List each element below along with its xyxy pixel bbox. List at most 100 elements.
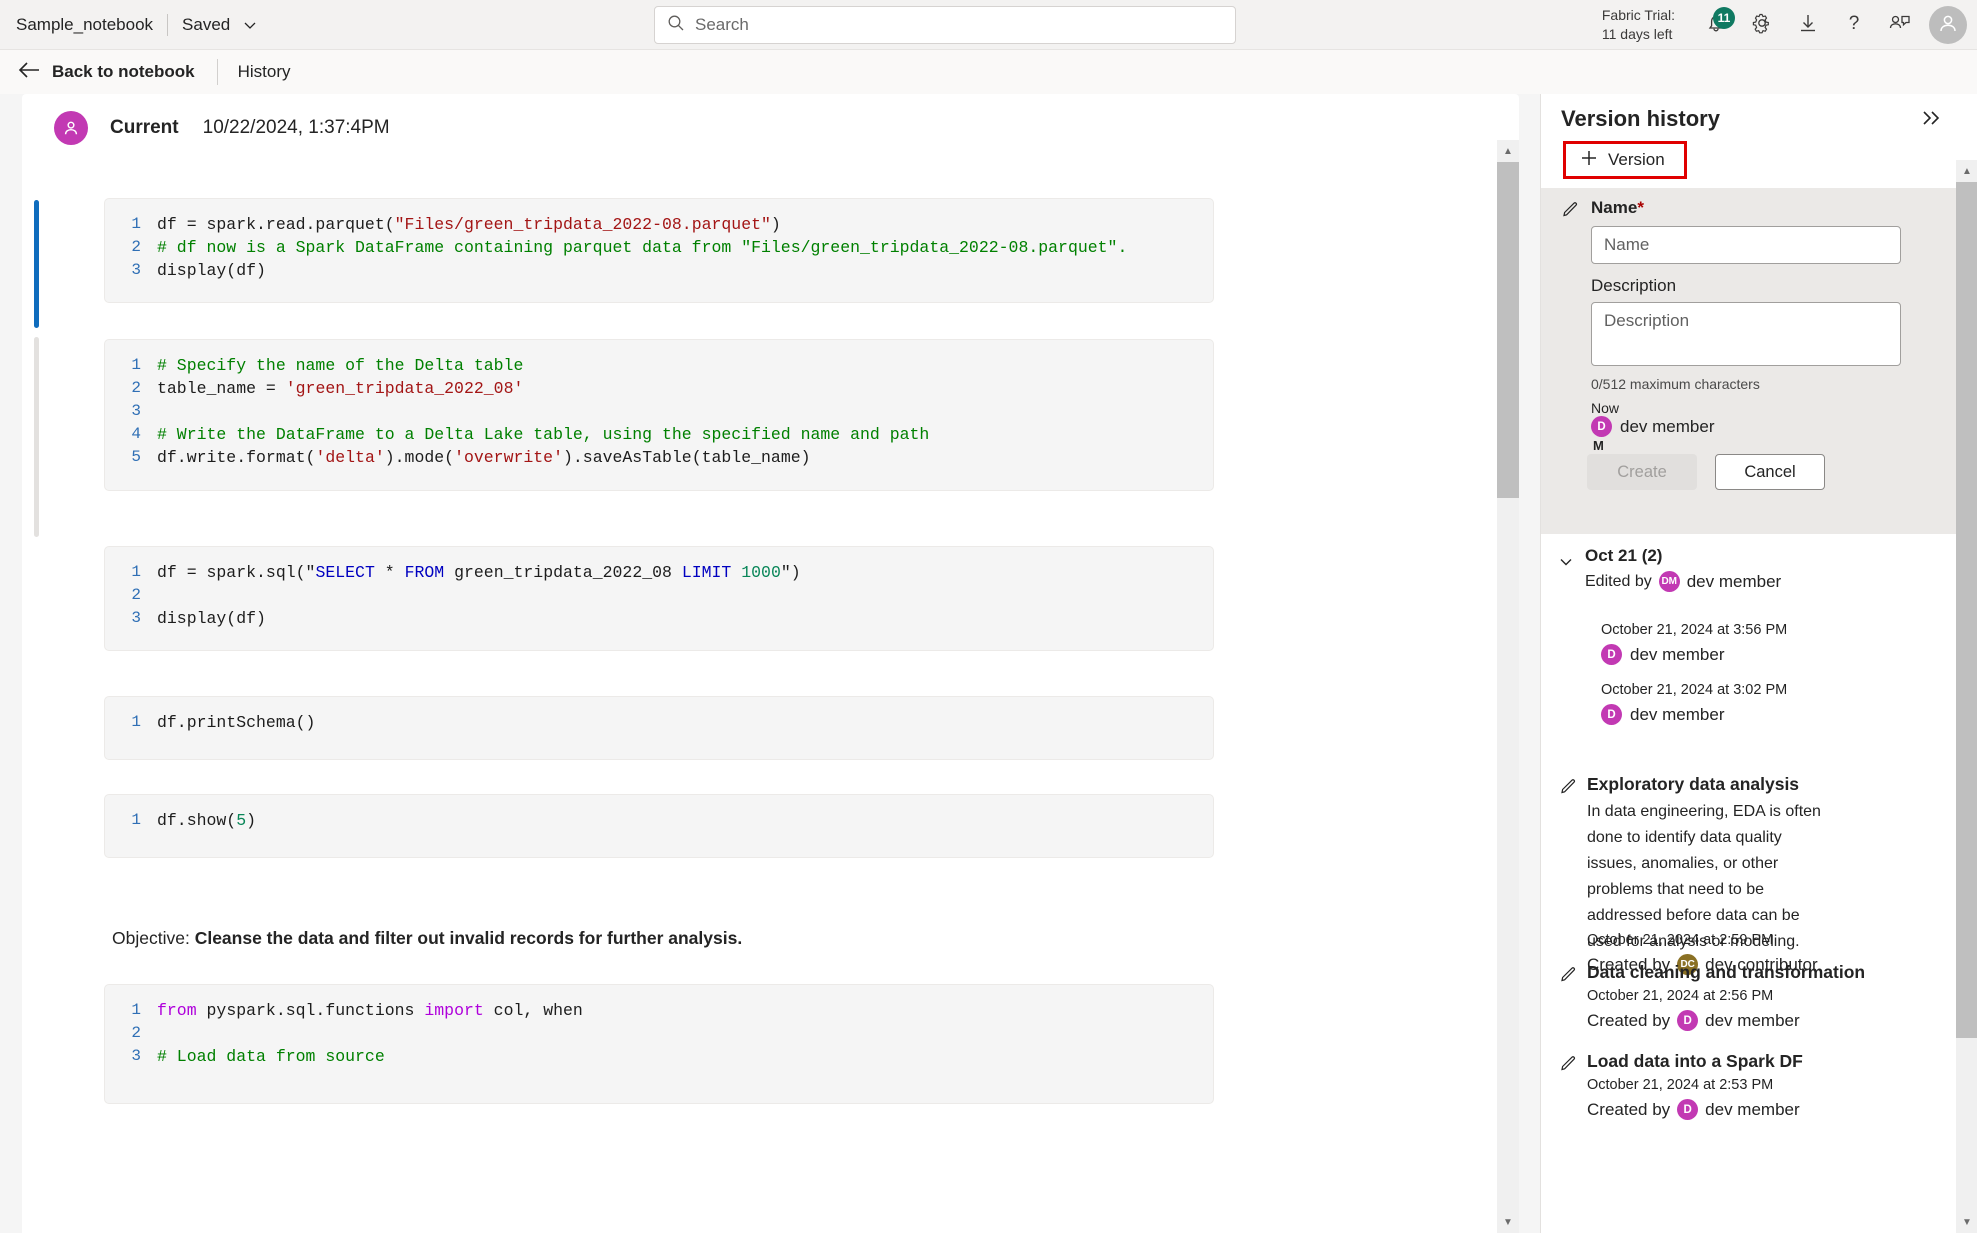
code-text: table_name = 'green_tripdata_2022_08' (157, 379, 524, 398)
search-box[interactable] (654, 6, 1236, 44)
created-by-prefix: Created by (1587, 1099, 1671, 1119)
line-number: 2 (131, 586, 141, 604)
saved-status-label: Saved (182, 14, 231, 34)
notebook-cells-container: 1 df = spark.read.parquet("Files/green_t… (22, 162, 1519, 1233)
download-icon (1796, 11, 1820, 40)
code-line: 3 (105, 400, 1213, 423)
toolbar-divider (216, 59, 218, 85)
scroll-down-arrow[interactable]: ▼ (1497, 1211, 1519, 1233)
chevron-down-icon[interactable] (1557, 553, 1575, 576)
arrow-left-icon (18, 61, 40, 84)
person-avatar-icon (1936, 11, 1960, 40)
chevron-down-icon[interactable] (242, 17, 258, 33)
current-author-avatar (54, 111, 88, 145)
panel-scroll-down-arrow[interactable]: ▼ (1956, 1211, 1977, 1233)
chevron-double-right-icon[interactable] (1920, 108, 1942, 133)
new-version-label: Version (1608, 150, 1665, 169)
back-to-notebook-label: Back to notebook (52, 62, 195, 81)
code-line: 1 df = spark.read.parquet("Files/green_t… (105, 213, 1213, 236)
history-sub-entry[interactable]: October 21, 2024 at 3:02 PM D dev member (1541, 682, 1956, 736)
code-line: 3 display(df) (105, 607, 1213, 630)
plus-icon (1580, 149, 1598, 172)
current-timestamp: 10/22/2024, 1:37:4PM (202, 117, 390, 138)
now-label: Now (1591, 400, 1620, 416)
version-name-input[interactable] (1591, 226, 1901, 264)
editor-name: dev member (1686, 571, 1782, 591)
code-cell[interactable]: 1 # Specify the name of the Delta table … (104, 339, 1214, 491)
name-label-text: Name (1591, 198, 1638, 217)
feedback-icon (1887, 11, 1913, 40)
scroll-up-arrow[interactable]: ▲ (1497, 140, 1519, 162)
code-cell[interactable]: 1 df.show(5) (104, 794, 1214, 858)
markdown-prefix: Objective: (112, 928, 195, 948)
notebook-title[interactable]: Sample_notebook (16, 15, 167, 35)
editor-avatar: DM (1658, 571, 1680, 592)
line-number: 1 (131, 713, 141, 731)
version-entry[interactable]: Exploratory data analysis In data engine… (1541, 774, 1956, 975)
main-scrollbar-track[interactable]: ▲ ▼ (1497, 140, 1519, 1233)
line-number: 3 (131, 261, 141, 279)
code-line: 5 df.write.format('delta').mode('overwri… (105, 446, 1213, 469)
main-scrollbar-thumb[interactable] (1497, 162, 1519, 498)
line-number: 2 (131, 379, 141, 397)
creator-name: dev member (1705, 1010, 1800, 1030)
code-cell[interactable]: 1 df = spark.sql("SELECT * FROM green_tr… (104, 546, 1214, 651)
panel-scrollbar-thumb[interactable] (1956, 182, 1977, 1038)
cancel-button[interactable]: Cancel (1715, 454, 1825, 490)
author-name: dev member (1620, 416, 1715, 436)
code-line: 1 # Specify the name of the Delta table (105, 354, 1213, 377)
creator-name: dev member (1705, 1099, 1800, 1119)
code-text: df.show(5) (157, 811, 257, 830)
version-date: October 21, 2024 at 2:56 PM (1587, 988, 1774, 1004)
line-number: 1 (131, 215, 141, 233)
create-button[interactable]: Create (1587, 454, 1697, 490)
version-entry[interactable]: Data cleaning and transformation October… (1541, 962, 1956, 1054)
gear-icon (1750, 11, 1774, 40)
author-secondary-initial: M (1593, 438, 1604, 453)
code-line: 3 # Load data from source (105, 1045, 1213, 1068)
back-to-notebook-button[interactable]: Back to notebook (18, 61, 195, 84)
account-avatar[interactable] (1929, 6, 1967, 44)
code-cell[interactable]: 1 from pyspark.sql.functions import col,… (104, 984, 1214, 1104)
panel-scrollbar-track[interactable]: ▲ ▼ (1956, 160, 1977, 1233)
creator-avatar: D (1677, 1099, 1699, 1120)
svg-text:?: ? (1849, 13, 1860, 34)
line-number: 5 (131, 448, 141, 466)
new-version-button[interactable]: Version (1563, 141, 1687, 179)
notification-badge: 11 (1713, 7, 1735, 29)
version-title: Data cleaning and transformation (1587, 962, 1866, 982)
code-cell[interactable]: 1 df.printSchema() (104, 696, 1214, 760)
code-text: from pyspark.sql.functions import col, w… (157, 1001, 583, 1020)
code-line: 1 df = spark.sql("SELECT * FROM green_tr… (105, 561, 1213, 584)
creator-avatar: D (1677, 1010, 1699, 1031)
version-description-input[interactable] (1591, 302, 1901, 366)
line-number: 3 (131, 402, 141, 420)
line-number: 1 (131, 356, 141, 374)
line-number: 4 (131, 425, 141, 443)
version-creator: Created by D dev member (1587, 1099, 1800, 1120)
sub-entry-author: D dev member (1601, 644, 1724, 665)
code-line: 2 table_name = 'green_tripdata_2022_08' (105, 377, 1213, 400)
code-line: 3 display(df) (105, 259, 1213, 282)
download-button[interactable] (1785, 2, 1831, 48)
version-entry[interactable]: Load data into a Spark DF October 21, 20… (1541, 1051, 1956, 1143)
notifications-button[interactable]: 11 (1693, 2, 1739, 48)
sub-entry-date: October 21, 2024 at 3:02 PM (1601, 682, 1788, 698)
markdown-cell[interactable]: Objective: Cleanse the data and filter o… (112, 928, 1222, 949)
code-cell[interactable]: 1 df = spark.read.parquet("Files/green_t… (104, 198, 1214, 303)
panel-scroll-up-arrow[interactable]: ▲ (1956, 160, 1977, 182)
code-text: # Specify the name of the Delta table (157, 356, 524, 375)
search-input[interactable] (695, 15, 1223, 35)
sub-entry-author: D dev member (1601, 704, 1724, 725)
history-sub-entry[interactable]: October 21, 2024 at 3:56 PM D dev member (1541, 622, 1956, 676)
history-tab[interactable]: History (238, 62, 291, 82)
line-number: 2 (131, 238, 141, 256)
code-line: 4 # Write the DataFrame to a Delta Lake … (105, 423, 1213, 446)
author-avatar: D (1601, 644, 1622, 665)
help-button[interactable]: ? (1831, 2, 1877, 48)
feedback-button[interactable] (1877, 2, 1923, 48)
settings-button[interactable] (1739, 2, 1785, 48)
name-field-label: Name* (1591, 198, 1644, 218)
